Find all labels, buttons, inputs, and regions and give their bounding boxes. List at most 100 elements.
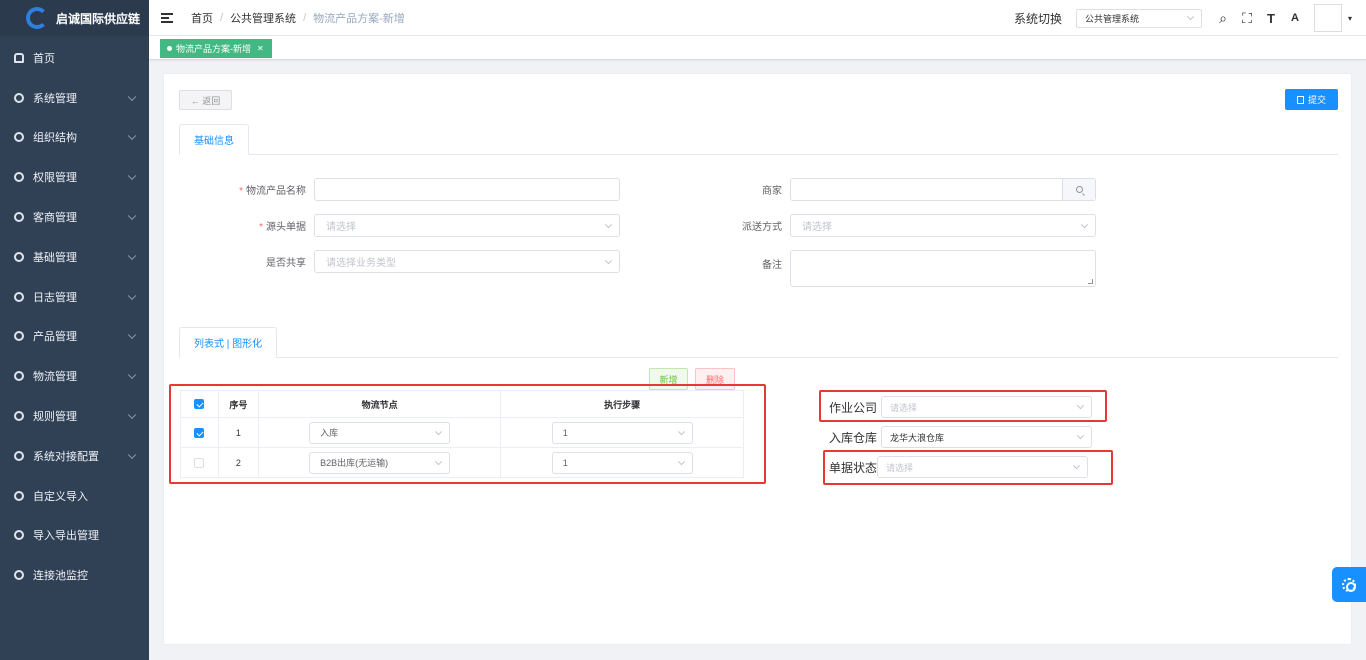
dashboard-icon <box>14 52 24 63</box>
sidebar-item[interactable]: 连接池监控 <box>0 555 149 595</box>
menu-icon <box>14 570 24 581</box>
system-switch-value: 公共管理系统 <box>1084 13 1139 24</box>
gear-icon <box>1342 577 1356 592</box>
source-doc-label: * 源头单据 <box>259 222 306 233</box>
sidebar-item[interactable]: 权限管理 <box>0 157 149 197</box>
menu-icon <box>14 371 24 382</box>
source-doc-select[interactable]: 请选择 <box>314 214 620 237</box>
chevron-down-icon <box>604 256 613 264</box>
sidebar-menu: 首页系统管理组织结构权限管理客商管理基础管理日志管理产品管理物流管理规则管理系统… <box>0 38 149 595</box>
system-switch-label: 系统切换 <box>1013 11 1062 26</box>
company-highlight-box <box>819 390 1107 422</box>
sidebar-item[interactable]: 组织结构 <box>0 118 149 158</box>
sidebar-item-label: 自定义导入 <box>33 490 88 503</box>
sidebar-item-label: 首页 <box>33 52 55 65</box>
delivery-label: 派送方式 <box>742 222 782 233</box>
resize-handle-icon[interactable] <box>1088 279 1093 284</box>
sidebar-item-label: 权限管理 <box>33 172 77 185</box>
search-icon[interactable]: ⌕ <box>1212 7 1234 29</box>
caret-down-icon[interactable]: ▾ <box>1348 14 1352 23</box>
sidebar-item[interactable]: 产品管理 <box>0 317 149 357</box>
remark-textarea[interactable] <box>790 250 1096 287</box>
sidebar-item-label: 导入导出管理 <box>33 530 99 543</box>
shared-select[interactable]: 请选择业务类型 <box>314 250 620 273</box>
sidebar-item-label: 产品管理 <box>33 331 77 344</box>
menu-icon <box>14 251 24 262</box>
chevron-down-icon <box>604 220 613 228</box>
fullscreen-icon[interactable]: ⛶ <box>1236 7 1258 29</box>
sidebar-item[interactable]: 客商管理 <box>0 197 149 237</box>
sidebar-item-label: 规则管理 <box>33 411 77 424</box>
sidebar-item[interactable]: 日志管理 <box>0 277 149 317</box>
font-size-icon[interactable]: T <box>1260 7 1282 29</box>
delivery-select[interactable]: 请选择 <box>790 214 1096 237</box>
system-switch-select[interactable]: 公共管理系统 <box>1075 8 1202 28</box>
merchant-label: 商家 <box>762 186 782 197</box>
tab-list-graph[interactable]: 列表式 | 图形化 <box>179 327 278 358</box>
close-icon[interactable]: ✕ <box>257 44 264 53</box>
chevron-down-icon <box>127 410 137 420</box>
sidebar-item-label: 系统对接配置 <box>33 450 99 463</box>
sidebar-item-label: 组织结构 <box>33 132 77 145</box>
back-button[interactable]: ← 返回 <box>179 90 232 110</box>
status-highlight-box <box>823 450 1113 485</box>
menu-icon <box>14 212 24 223</box>
sidebar-item[interactable]: 首页 <box>0 38 149 78</box>
hamburger-icon[interactable] <box>161 12 173 23</box>
sidebar-item[interactable]: 规则管理 <box>0 396 149 436</box>
tag-active[interactable]: 物流产品方案-新增 ✕ <box>160 39 272 58</box>
chevron-down-icon <box>127 132 137 141</box>
brand-logo-icon <box>26 7 48 29</box>
merchant-row: 商家 <box>640 178 1096 201</box>
shared-row: 是否共享 请选择业务类型 <box>164 250 620 273</box>
delivery-row: 派送方式 请选择 <box>640 214 1096 237</box>
document-icon <box>1296 95 1304 104</box>
remark-label: 备注 <box>762 260 782 271</box>
sidebar-item-label: 系统管理 <box>33 92 77 105</box>
chevron-down-icon <box>1076 432 1085 440</box>
submit-label: 提交 <box>1307 95 1326 105</box>
translate-icon[interactable]: A <box>1284 7 1306 29</box>
sidebar-item[interactable]: 导入导出管理 <box>0 516 149 556</box>
header: 首页 / 公共管理系统 / 物流产品方案-新增 系统切换 公共管理系统 ⌕ ⛶ … <box>149 0 1366 36</box>
product-name-row: * 物流产品名称 <box>164 178 620 201</box>
merchant-search-button[interactable] <box>1062 179 1095 200</box>
warehouse-label: 入库仓库 <box>829 430 878 445</box>
chevron-down-icon <box>127 291 137 300</box>
remark-row: 备注 <box>640 250 1096 287</box>
menu-icon <box>14 132 24 143</box>
sidebar-item[interactable]: 系统对接配置 <box>0 436 149 476</box>
app-root: 启诚国际供应链 首页 系统管理 组织结构 权限管理 客商管理 基础管理 日志管理 产品管理 物流… <box>0 0 1366 660</box>
chevron-down-icon <box>1080 220 1089 228</box>
tags-view: 物流产品方案-新增 ✕ <box>149 36 1366 60</box>
breadcrumb-separator: / <box>303 11 307 24</box>
sidebar-item-label: 日志管理 <box>33 291 77 304</box>
sidebar: 启诚国际供应链 首页 系统管理 组织结构 权限管理 客商管理 基础管理 日志管理 产品管理 物流… <box>0 0 149 660</box>
tag-label: 物流产品方案-新增 <box>176 44 251 54</box>
settings-button[interactable] <box>1332 567 1366 602</box>
basic-tabs: 基础信息 <box>179 124 1338 155</box>
header-right: 系统切换 公共管理系统 ⌕ ⛶ T A ▾ <box>1014 0 1366 36</box>
breadcrumb: 首页 / 公共管理系统 / 物流产品方案-新增 <box>191 10 405 26</box>
sidebar-item[interactable]: 基础管理 <box>0 237 149 277</box>
menu-icon <box>14 411 24 422</box>
sidebar-item[interactable]: 物流管理 <box>0 356 149 396</box>
shared-label: 是否共享 <box>266 258 306 269</box>
breadcrumb-system[interactable]: 公共管理系统 <box>230 10 296 26</box>
chevron-down-icon <box>127 370 137 380</box>
breadcrumb-home[interactable]: 首页 <box>191 10 213 26</box>
tab-basic-info[interactable]: 基础信息 <box>179 124 249 155</box>
merchant-input[interactable] <box>790 178 1096 201</box>
chevron-down-icon <box>127 92 137 101</box>
product-name-input[interactable] <box>314 178 620 201</box>
sidebar-item[interactable]: 自定义导入 <box>0 476 149 516</box>
avatar[interactable] <box>1313 4 1342 32</box>
sidebar-item-label: 客商管理 <box>33 212 77 225</box>
menu-icon <box>14 331 24 342</box>
submit-button[interactable]: 提交 <box>1285 89 1338 110</box>
product-name-label: * 物流产品名称 <box>239 186 306 197</box>
menu-icon <box>14 92 24 103</box>
warehouse-select[interactable]: 龙华大浪仓库 <box>881 426 1092 448</box>
view-tabs: 列表式 | 图形化 <box>179 327 1338 358</box>
sidebar-item[interactable]: 系统管理 <box>0 78 149 118</box>
